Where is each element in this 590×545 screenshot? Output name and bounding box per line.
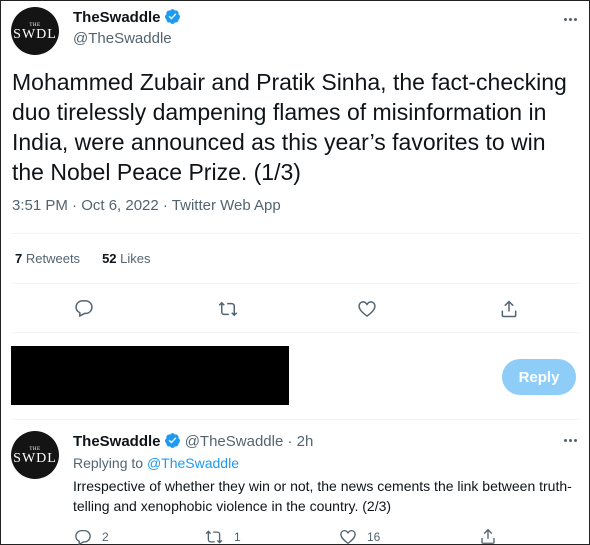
- like-button[interactable]: 16: [339, 528, 380, 545]
- more-options-icon[interactable]: [564, 439, 577, 442]
- share-icon: [481, 528, 495, 544]
- replying-to-handle-link[interactable]: @TheSwaddle: [147, 455, 239, 471]
- tweet-text: Mohammed Zubair and Pratik Sinha, the fa…: [12, 69, 567, 185]
- like-count: 16: [367, 530, 381, 544]
- author-name-row: TheSwaddle: [73, 8, 181, 27]
- like-icon: [340, 529, 356, 545]
- likes-count: 52: [102, 251, 117, 266]
- avatar[interactable]: THE SWDL: [11, 431, 59, 479]
- retweet-count: 1: [234, 530, 241, 544]
- reply-author-row: TheSwaddle @TheSwaddle · 2h: [73, 432, 313, 450]
- reply-time[interactable]: 2h: [297, 433, 314, 450]
- retweets-label: Retweets: [25, 251, 81, 266]
- reply-tweet-text: Irrespective of whether they win or not,…: [73, 478, 572, 514]
- tweet-thread-panel: THE SWDL TheSwaddle @TheSwaddle Mohammed…: [0, 0, 590, 545]
- likes-stat[interactable]: 52 Likes: [102, 251, 150, 266]
- retweet-icon: [205, 530, 223, 544]
- replying-to: Replying to @TheSwaddle: [73, 455, 239, 471]
- author-handle[interactable]: @TheSwaddle: [73, 30, 172, 47]
- like-icon: [358, 301, 376, 318]
- engagement-stats: 7 Retweets 52 Likes: [15, 251, 151, 266]
- redacted-reply-composer: [11, 346, 289, 405]
- divider: [12, 419, 580, 420]
- reply-button[interactable]: 2: [74, 528, 109, 545]
- display-name[interactable]: TheSwaddle: [73, 9, 161, 26]
- more-options-icon[interactable]: [564, 18, 577, 21]
- reply-count: 2: [102, 530, 109, 544]
- avatar[interactable]: THE SWDL: [11, 7, 59, 55]
- share-icon: [501, 300, 517, 318]
- replying-to-label: Replying to: [73, 455, 144, 471]
- retweet-icon: [218, 301, 238, 317]
- retweets-count: 7: [15, 251, 23, 266]
- reply-icon: [75, 529, 91, 545]
- share-button[interactable]: [499, 298, 519, 320]
- divider: [12, 233, 580, 234]
- likes-label: Likes: [120, 251, 151, 266]
- share-button[interactable]: [479, 527, 497, 545]
- retweets-stat[interactable]: 7 Retweets: [15, 251, 80, 266]
- retweet-button[interactable]: [217, 299, 239, 319]
- avatar-logo-text: SWDL: [13, 450, 57, 466]
- reply-icon: [75, 300, 93, 318]
- reply-submit-button[interactable]: Reply: [502, 359, 576, 395]
- verified-badge-icon: [164, 433, 180, 448]
- retweet-button[interactable]: 1: [204, 528, 241, 545]
- divider: [12, 332, 580, 333]
- tweet-timestamp[interactable]: 3:51 PM · Oct 6, 2022 · Twitter Web App: [12, 197, 281, 214]
- divider: [12, 283, 580, 284]
- separator-dot: ·: [287, 433, 293, 450]
- display-name[interactable]: TheSwaddle: [73, 433, 161, 450]
- author-handle[interactable]: @TheSwaddle: [185, 433, 284, 450]
- reply-button[interactable]: [74, 298, 94, 318]
- avatar-logo-text: SWDL: [13, 26, 57, 42]
- like-button[interactable]: [357, 299, 377, 319]
- verified-badge-icon: [164, 9, 180, 24]
